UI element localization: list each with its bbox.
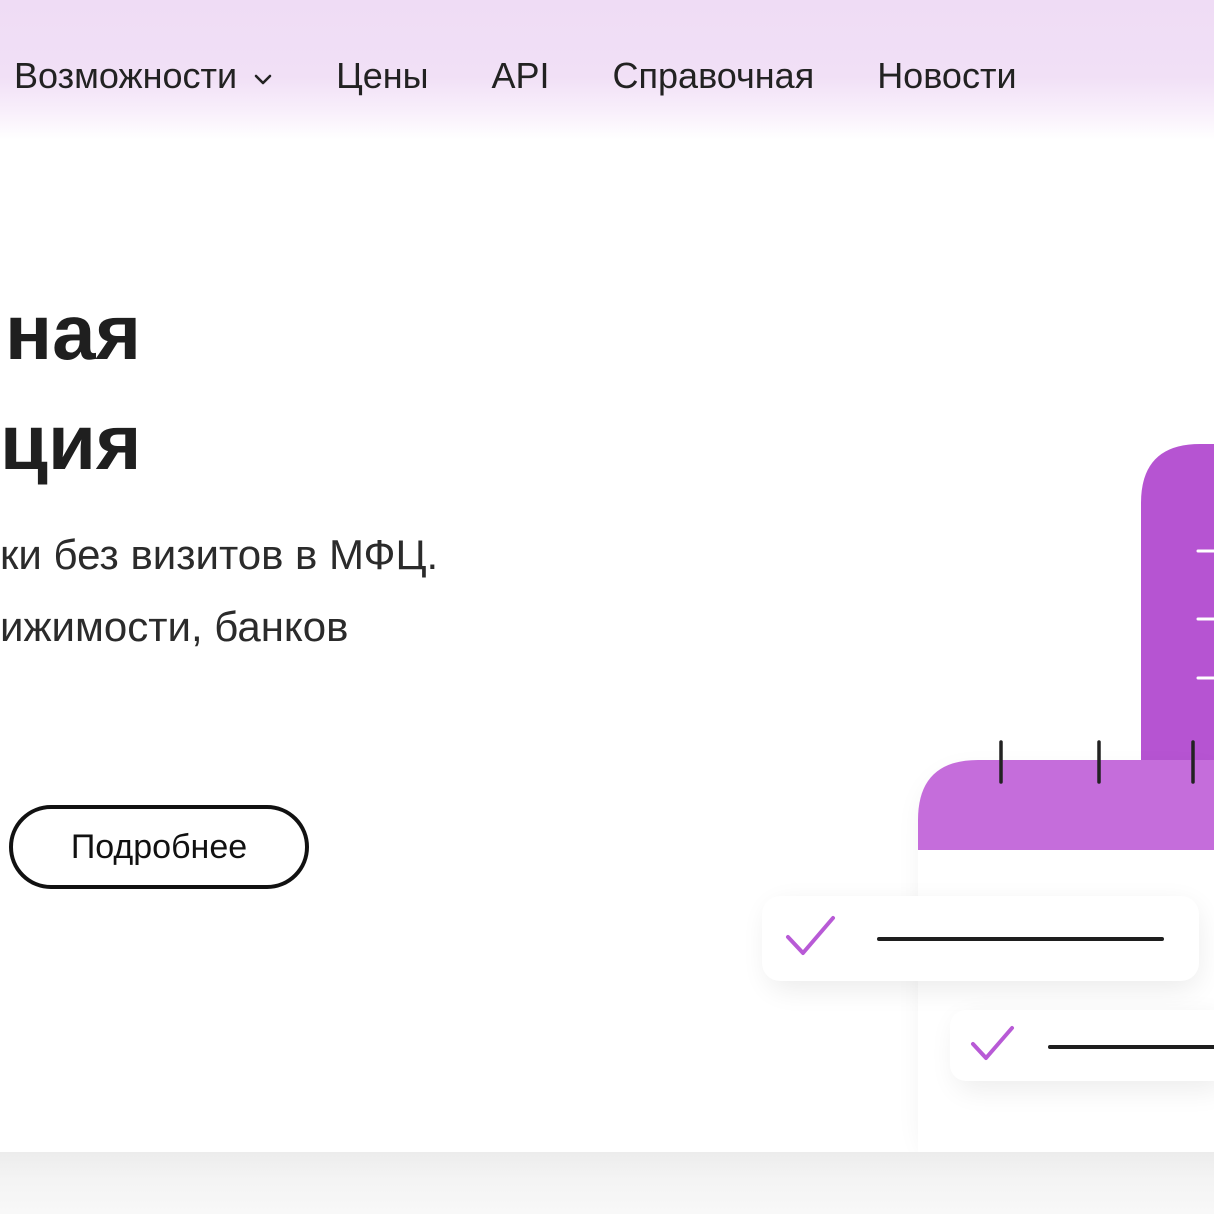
nav-item-features-label: Возможности — [14, 55, 238, 96]
bottom-section-band — [0, 1152, 1214, 1214]
more-button[interactable]: Подробнее — [9, 805, 309, 889]
nav-item-help-label: Справочная — [612, 55, 815, 96]
nav-item-prices[interactable]: Цены — [336, 52, 428, 100]
hero-subtitle-line-2: ижимости, банков — [0, 603, 349, 650]
task-card — [762, 896, 1199, 989]
chevron-down-icon — [254, 74, 272, 85]
top-navigation-bar: Возможности Цены API Справочная Новости — [0, 0, 1214, 140]
main-nav: Возможности Цены API Справочная Новости — [14, 52, 1017, 100]
nav-item-api-label: API — [491, 55, 550, 96]
hero-title-line-2: ция — [0, 398, 142, 486]
task-card — [950, 1010, 1214, 1090]
nav-item-api[interactable]: API — [492, 52, 550, 100]
nav-item-news[interactable]: Новости — [877, 52, 1016, 100]
hero-title-line-1: ная — [5, 288, 142, 376]
nav-item-prices-label: Цены — [336, 55, 429, 96]
page: Возможности Цены API Справочная Новости … — [0, 0, 1214, 1214]
nav-item-help[interactable]: Справочная — [613, 52, 815, 100]
nav-item-features[interactable]: Возможности — [14, 52, 273, 100]
nav-item-news-label: Новости — [877, 55, 1017, 96]
hero-subtitle-line-1: ки без визитов в МФЦ. — [0, 531, 439, 578]
calendar-illustration — [762, 444, 1214, 1160]
